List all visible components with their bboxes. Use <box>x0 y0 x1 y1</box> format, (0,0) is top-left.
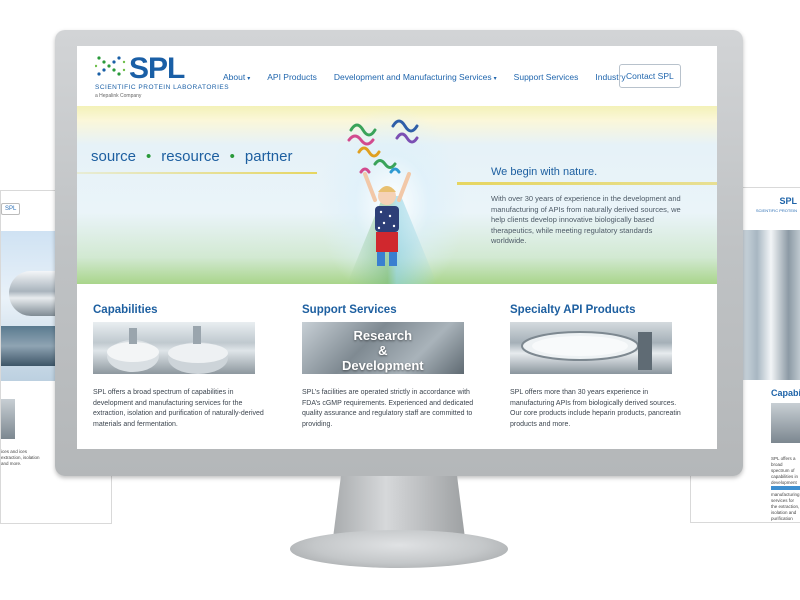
monitor-stand-neck <box>333 476 465 538</box>
background-left-text: ices and ices extraction, isolation and … <box>1 449 40 466</box>
section-title-specialty-api[interactable]: Specialty API Products <box>510 304 688 316</box>
site-header: SPL SCIENTIFIC PROTEIN LABORATORIES a He… <box>77 46 717 106</box>
hero-divider-right <box>457 182 717 185</box>
section-support-services: Support Services Research & Development … <box>302 304 480 430</box>
section-title-support-services[interactable]: Support Services <box>302 304 480 316</box>
background-logo-subtitle: SCIENTIFIC PROTEIN <box>755 208 797 213</box>
research-development-image[interactable]: Research & Development <box>302 322 464 374</box>
background-contact-button: SPL <box>1 203 21 215</box>
hero-banner: source • resource • partner We begin wit… <box>77 106 717 284</box>
hero-body-text: With over 30 years of experience in the … <box>491 194 681 245</box>
rd-line-research: Research <box>353 328 413 343</box>
nav-support-services[interactable]: Support Services <box>514 72 579 82</box>
hero-divider-left <box>77 172 317 174</box>
contact-button[interactable]: Contact SPL <box>619 64 681 88</box>
background-hero-equipment <box>736 230 800 380</box>
tagline-dot: • <box>229 148 235 165</box>
hero-heading: We begin with nature. <box>491 166 598 178</box>
section-title-capabilities[interactable]: Capabilities <box>93 304 271 316</box>
tagline-partner: partner <box>244 148 293 165</box>
molecule-logo-icon <box>95 56 126 76</box>
hero-tagline: source • resource • partner <box>91 148 292 165</box>
background-section-title: Capabilities <box>771 388 800 398</box>
capabilities-image[interactable] <box>93 322 255 374</box>
logo-tagline: a Hepalink Company <box>95 93 142 99</box>
nav-about-label: About <box>223 72 246 82</box>
tagline-dot: • <box>146 148 152 165</box>
background-capabilities-image <box>1 399 15 439</box>
specialty-api-image[interactable] <box>510 322 672 374</box>
chevron-down-icon: ▾ <box>493 76 497 82</box>
child-reaching-image <box>363 172 411 266</box>
main-nav: About ▾ API Products Development and Manu… <box>223 68 643 86</box>
nav-about[interactable]: About ▾ <box>223 72 250 82</box>
nav-development-manufacturing[interactable]: Development and Manufacturing Services ▾ <box>334 72 497 82</box>
background-section-image <box>771 403 800 443</box>
logo-text: SPL <box>129 52 185 85</box>
nav-development-label: Development and Manufacturing Services <box>333 72 492 82</box>
section-capabilities: Capabilities SPL offers a broad spectrum… <box>93 304 271 430</box>
background-logo: SPL <box>779 196 797 206</box>
section-body-capabilities: SPL offers a broad spectrum of capabilit… <box>93 389 264 428</box>
steel-tanks-illustration <box>107 326 228 374</box>
content-sections: Capabilities SPL offers a broad spectrum… <box>77 284 717 449</box>
tagline-source: source <box>91 148 137 165</box>
section-specialty-api: Specialty API Products SPL offers more t… <box>510 304 688 430</box>
section-body-support-services: SPL’s facilities are operated strictly i… <box>302 389 474 428</box>
rd-line-ampersand: & <box>378 343 388 358</box>
rd-line-development: Development <box>342 358 424 373</box>
chevron-down-icon: ▾ <box>247 76 251 82</box>
background-accent-bar <box>771 486 800 490</box>
tagline-resource: resource <box>161 148 220 165</box>
research-development-overlay: Research & Development <box>342 328 424 373</box>
monitor-screen: SPL SCIENTIFIC PROTEIN LABORATORIES a He… <box>77 46 717 449</box>
nav-api-products[interactable]: API Products <box>267 72 317 82</box>
filter-disc-illustration <box>521 331 652 370</box>
monitor-stand-base <box>290 530 508 568</box>
section-body-specialty-api: SPL offers more than 30 years experience… <box>510 389 681 428</box>
